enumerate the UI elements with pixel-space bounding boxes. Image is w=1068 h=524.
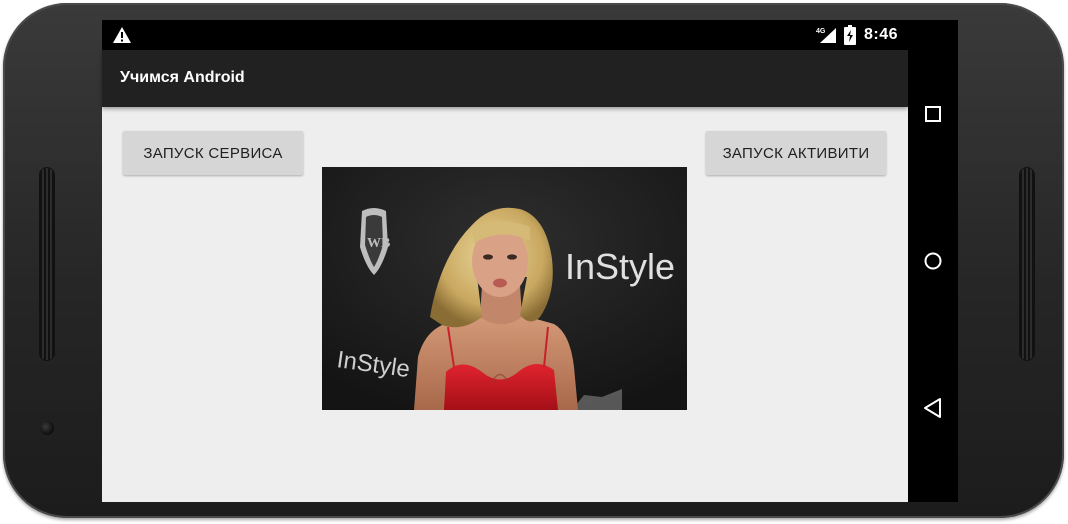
network-type-label: 4G: [816, 28, 826, 35]
main-content: ЗАПУСК СЕРВИСА ЗАПУСК АКТИВИТИ WB InStyl…: [102, 107, 908, 502]
front-camera: [40, 421, 54, 435]
left-speaker-grille: [40, 168, 54, 360]
photo-illustration: WB InStyle InStyle: [322, 167, 687, 410]
main-photo: WB InStyle InStyle: [322, 167, 687, 410]
start-activity-button[interactable]: ЗАПУСК АКТИВИТИ: [706, 131, 886, 175]
device-screen: 4G 8:46 Учимся Android ЗАПУСК СЕРВИСА ЗА…: [102, 20, 958, 502]
navigation-bar: [908, 20, 958, 502]
app-title: Учимся Android: [120, 69, 245, 86]
status-clock: 8:46: [863, 26, 898, 43]
instyle-logo-large: InStyle: [565, 246, 675, 287]
warning-icon: [113, 27, 131, 43]
home-icon[interactable]: [920, 248, 946, 274]
recent-apps-icon[interactable]: [920, 101, 946, 127]
svg-text:WB: WB: [367, 236, 390, 251]
start-service-button[interactable]: ЗАПУСК СЕРВИСА: [123, 131, 303, 175]
status-icons: 4G 8:46: [816, 20, 898, 50]
status-bar: 4G 8:46: [102, 20, 908, 50]
battery-icon: [843, 25, 856, 45]
app-toolbar: Учимся Android: [102, 50, 908, 107]
back-icon[interactable]: [920, 395, 946, 421]
signal-icon: 4G: [816, 28, 836, 43]
right-speaker-grille: [1020, 168, 1034, 360]
